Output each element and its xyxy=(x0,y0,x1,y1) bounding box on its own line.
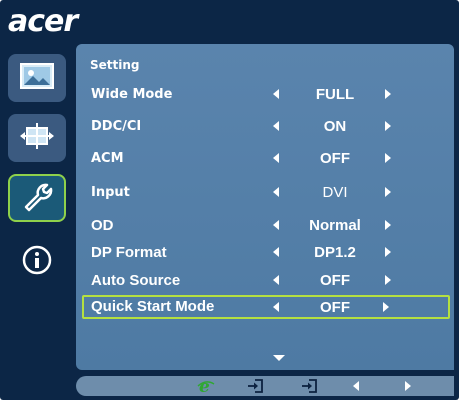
menu-row-label: Wide Mode xyxy=(91,87,173,102)
menu-row-value: FULL xyxy=(315,86,355,103)
control-bar: e xyxy=(76,376,454,396)
menu-row-input[interactable]: Input DVI xyxy=(0,181,459,207)
menu-row-label: DDC/CI xyxy=(91,119,142,134)
osd-window: acer Setting Wide Mode FULL DDC/CI ON AC… xyxy=(0,0,459,400)
right-arrow-icon[interactable] xyxy=(385,220,391,230)
menu-row-dp-format[interactable]: DP Format DP1.2 xyxy=(0,241,459,267)
left-arrow-icon[interactable] xyxy=(273,121,279,131)
right-arrow-icon[interactable] xyxy=(385,247,391,257)
right-arrow-icon[interactable] xyxy=(400,376,416,396)
menu-row-label: Quick Start Mode xyxy=(91,298,215,315)
menu-row-value: DVI xyxy=(322,184,348,201)
menu-row-label: Auto Source xyxy=(91,272,181,289)
menu-row-label: Input xyxy=(91,185,130,200)
menu-row-label: OD xyxy=(91,217,114,234)
right-arrow-icon[interactable] xyxy=(385,121,391,131)
menu-row-wide-mode[interactable]: Wide Mode FULL xyxy=(0,83,459,109)
chevron-down-icon[interactable] xyxy=(273,355,285,361)
right-arrow-icon[interactable] xyxy=(383,302,389,312)
right-arrow-icon[interactable] xyxy=(385,89,391,99)
exit-icon[interactable] xyxy=(244,376,266,396)
menu-row-value: DP1.2 xyxy=(314,244,356,261)
left-arrow-icon[interactable] xyxy=(273,89,279,99)
menu-row-quick-start-mode[interactable]: Quick Start Mode OFF xyxy=(82,295,450,319)
menu-row-acm[interactable]: ACM OFF xyxy=(0,147,459,173)
left-arrow-icon[interactable] xyxy=(273,153,279,163)
left-arrow-icon[interactable] xyxy=(273,220,279,230)
left-arrow-icon[interactable] xyxy=(273,247,279,257)
menu-row-value: ON xyxy=(323,118,347,135)
menu-row-od[interactable]: OD Normal xyxy=(0,214,459,240)
menu-title: Setting xyxy=(90,58,140,72)
left-arrow-icon[interactable] xyxy=(273,275,279,285)
menu-row-value: OFF xyxy=(320,150,350,167)
menu-row-label: ACM xyxy=(91,151,124,166)
acer-logo: acer xyxy=(8,4,78,39)
svg-text:e: e xyxy=(199,377,210,395)
right-arrow-icon[interactable] xyxy=(385,153,391,163)
menu-row-label: DP Format xyxy=(91,244,167,261)
left-arrow-icon[interactable] xyxy=(348,376,364,396)
e-key-icon[interactable]: e xyxy=(194,376,218,396)
menu-row-value: OFF xyxy=(320,272,350,289)
menu-row-auto-source[interactable]: Auto Source OFF xyxy=(0,269,459,295)
right-arrow-icon[interactable] xyxy=(385,275,391,285)
menu-row-ddc-ci[interactable]: DDC/CI ON xyxy=(0,115,459,141)
left-arrow-icon[interactable] xyxy=(273,187,279,197)
menu-row-value: OFF xyxy=(320,299,350,316)
enter-icon[interactable] xyxy=(298,376,320,396)
right-arrow-icon[interactable] xyxy=(385,187,391,197)
left-arrow-icon[interactable] xyxy=(273,302,279,312)
menu-row-value: Normal xyxy=(309,217,361,234)
